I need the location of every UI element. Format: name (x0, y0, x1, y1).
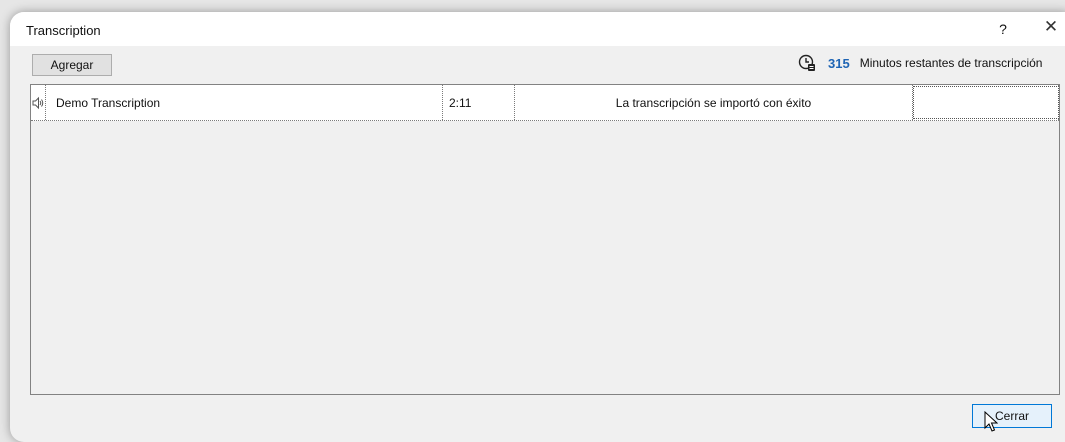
transcription-name[interactable]: Demo Transcription (45, 85, 443, 120)
row-action-field[interactable] (913, 86, 1059, 119)
speaker-icon[interactable] (32, 96, 44, 110)
list-item[interactable]: Demo Transcription 2:11 La transcripción… (31, 85, 1059, 121)
row-icon-cell[interactable] (31, 85, 45, 120)
add-button[interactable]: Agregar (32, 54, 112, 76)
minutes-label: Minutos restantes de transcripción (859, 56, 1043, 70)
mouse-cursor-icon (984, 411, 998, 432)
transcription-list[interactable]: Demo Transcription 2:11 La transcripción… (30, 84, 1060, 395)
transcription-dialog: Transcription ? ✕ Agregar 315 Minutos re… (10, 12, 1065, 442)
transcription-duration: 2:11 (443, 85, 515, 120)
help-button[interactable]: ? (995, 21, 1011, 39)
transcription-status: La transcripción se importó con éxito (515, 85, 913, 120)
title-bar[interactable]: Transcription ? ✕ (10, 12, 1065, 46)
dialog-title: Transcription (26, 23, 101, 38)
close-window-button[interactable]: ✕ (1040, 17, 1062, 41)
minutes-remaining: 315 Minutos restantes de transcripción (798, 52, 1042, 74)
clock-icon (798, 54, 815, 71)
minutes-count: 315 (828, 55, 850, 71)
row-action-cell[interactable] (913, 85, 1059, 120)
